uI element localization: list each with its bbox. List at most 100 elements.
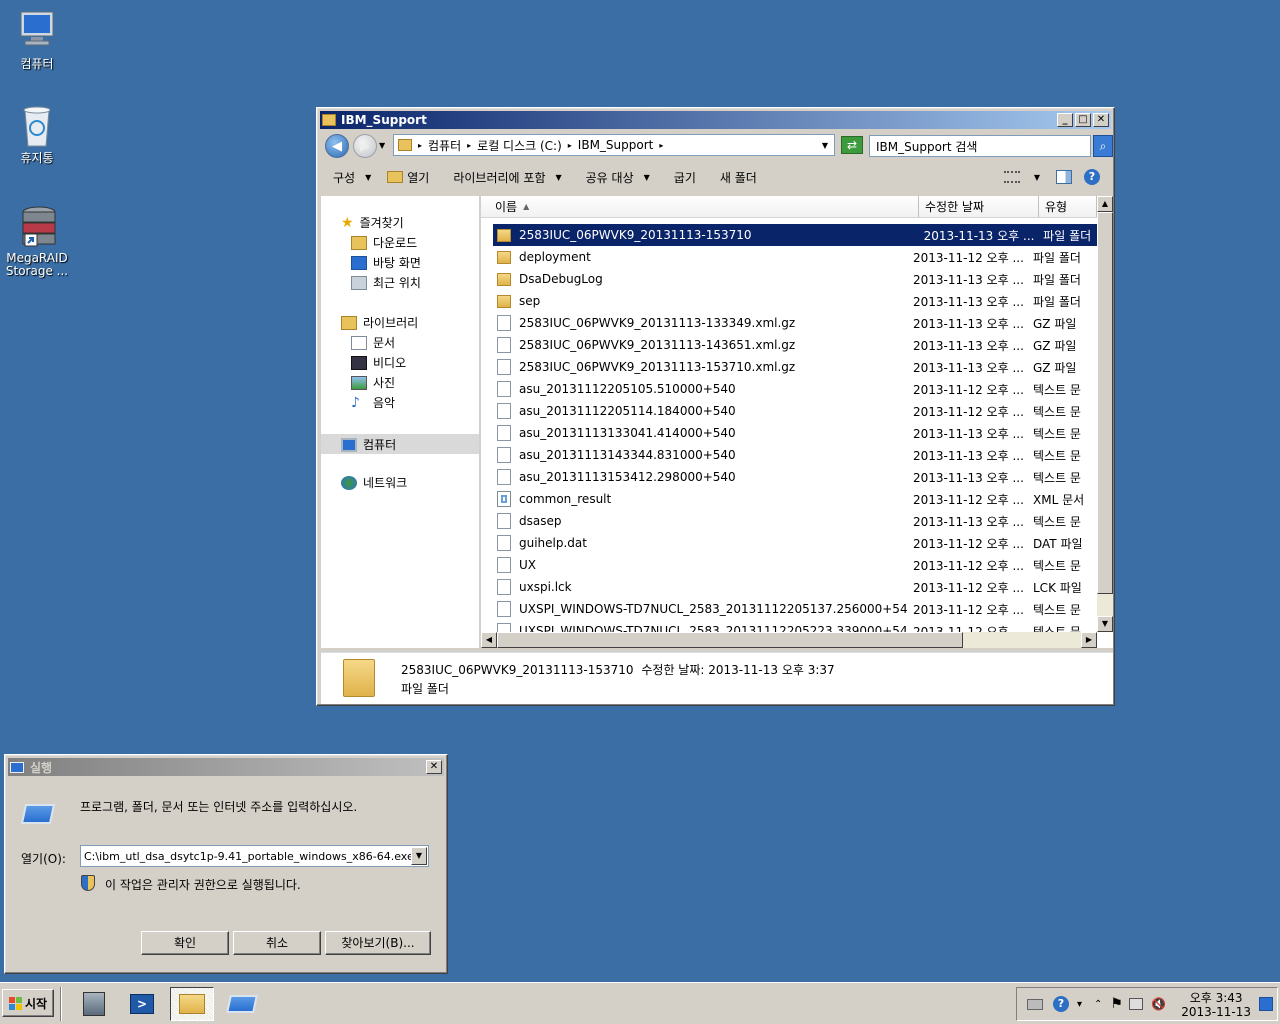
file-row[interactable]: DsaDebugLog 2013-11-13 오후 ... 파일 폴더 <box>481 268 1097 290</box>
start-button[interactable]: 시작 <box>2 989 54 1017</box>
scroll-down-button[interactable]: ▼ <box>1097 616 1113 632</box>
task-explorer[interactable] <box>170 987 214 1021</box>
run-dropdown-button[interactable]: ▼ <box>411 847 427 865</box>
nav-videos[interactable]: 비디오 <box>351 354 406 371</box>
column-name[interactable]: 이름 ▲ <box>481 196 919 217</box>
volume-muted-icon[interactable]: 🔇 <box>1151 997 1166 1011</box>
ok-button[interactable]: 확인 <box>141 931 229 955</box>
preview-pane-icon[interactable] <box>1056 170 1072 184</box>
nav-music[interactable]: ♪ 음악 <box>351 394 395 411</box>
scroll-left-button[interactable]: ◀ <box>481 632 497 648</box>
file-icon <box>497 557 511 573</box>
explorer-titlebar[interactable]: IBM_Support _ □ ✕ <box>320 111 1111 129</box>
file-row[interactable]: asu_20131112205114.184000+540 2013-11-12 … <box>481 400 1097 422</box>
file-row[interactable]: common_result 2013-11-12 오후 ... XML 문서 <box>481 488 1097 510</box>
new-folder-command[interactable]: 새 폴더 <box>708 169 769 186</box>
file-row[interactable]: asu_20131112205105.510000+540 2013-11-12 … <box>481 378 1097 400</box>
hscroll-thumb[interactable] <box>497 632 963 648</box>
run-icon <box>10 761 24 773</box>
nav-downloads[interactable]: 다운로드 <box>351 234 417 251</box>
organize-menu[interactable]: 구성 ▼ <box>321 169 383 186</box>
cancel-button[interactable]: 취소 <box>233 931 321 955</box>
horizontal-scrollbar[interactable]: ◀ ▶ <box>481 632 1097 648</box>
search-input[interactable]: IBM_Support 검색 <box>869 135 1091 157</box>
nav-recent-places[interactable]: 최근 위치 <box>351 274 421 291</box>
file-row[interactable]: 2583IUC_06PWVK9_20131113-153710 2013-11-1… <box>493 224 1097 246</box>
nav-computer-row[interactable]: 컴퓨터 <box>321 434 479 454</box>
recent-places-icon <box>351 275 367 290</box>
breadcrumb-computer[interactable]: 컴퓨터 <box>428 137 461 154</box>
task-run[interactable] <box>220 987 264 1021</box>
vertical-scrollbar[interactable]: ▲ ▼ <box>1097 196 1113 632</box>
file-row[interactable]: UX 2013-11-12 오후 ... 텍스트 문 <box>481 554 1097 576</box>
open-command[interactable]: 열기 <box>383 169 441 186</box>
file-row[interactable]: dsasep 2013-11-13 오후 ... 텍스트 문 <box>481 510 1097 532</box>
clock[interactable]: 오후 3:43 2013-11-13 <box>1181 991 1251 1019</box>
address-dropdown-icon[interactable]: ▼ <box>822 141 828 150</box>
file-row[interactable]: UXSPI_WINDOWS-TD7NUCL_2583_2013111220513… <box>481 598 1097 620</box>
nav-desktop[interactable]: 바탕 화면 <box>351 254 421 271</box>
maximize-button[interactable]: □ <box>1075 113 1091 127</box>
ime-icon[interactable]: ▾ <box>1077 999 1082 1010</box>
search-icon[interactable]: ⌕ <box>1093 135 1113 157</box>
details-modified-value: 2013-11-13 오후 3:37 <box>708 663 835 677</box>
help-tray-icon[interactable]: ? <box>1053 996 1069 1012</box>
forward-button[interactable]: ▶ <box>353 134 377 158</box>
run-titlebar[interactable]: 실행 ✕ <box>8 758 444 776</box>
file-row[interactable]: asu_20131113143344.831000+540 2013-11-13 … <box>481 444 1097 466</box>
file-type: LCK 파일 <box>1033 580 1082 595</box>
scroll-thumb[interactable] <box>1097 212 1113 594</box>
include-in-library-menu[interactable]: 라이브러리에 포함 ▼ <box>441 169 573 186</box>
nav-pictures[interactable]: 사진 <box>351 374 395 391</box>
share-with-menu[interactable]: 공유 대상 ▼ <box>574 169 662 186</box>
file-row[interactable]: sep 2013-11-13 오후 ... 파일 폴더 <box>481 290 1097 312</box>
address-bar[interactable]: ▸ 컴퓨터 ▸ 로컬 디스크 (C:) ▸ IBM_Support ▸ ▼ <box>393 134 835 156</box>
scroll-up-button[interactable]: ▲ <box>1097 196 1113 212</box>
nav-favorites[interactable]: ★ 즐겨찾기 <box>341 214 404 231</box>
column-type[interactable]: 유형 <box>1039 196 1097 217</box>
powershell-icon: > <box>130 994 154 1014</box>
task-powershell[interactable]: > <box>120 987 164 1021</box>
file-row[interactable]: asu_20131113153412.298000+540 2013-11-13 … <box>481 466 1097 488</box>
column-date[interactable]: 수정한 날짜 <box>919 196 1039 217</box>
nav-libraries[interactable]: 라이브러리 <box>341 314 418 331</box>
back-button[interactable]: ◀ <box>325 134 349 158</box>
recent-pages-icon[interactable]: ▼ <box>379 141 385 150</box>
view-options-icon[interactable] <box>1003 171 1020 183</box>
run-close-button[interactable]: ✕ <box>426 760 442 774</box>
file-row[interactable]: deployment 2013-11-12 오후 ... 파일 폴더 <box>481 246 1097 268</box>
help-icon[interactable]: ? <box>1084 169 1100 185</box>
file-row[interactable]: uxspi.lck 2013-11-12 오후 ... LCK 파일 <box>481 576 1097 598</box>
run-open-input[interactable]: C:\ibm_utl_dsa_dsytc1p-9.41_portable_win… <box>80 845 429 867</box>
nav-network[interactable]: 네트워크 <box>341 474 407 491</box>
file-type: XML 문서 <box>1033 492 1085 507</box>
close-button[interactable]: ✕ <box>1093 113 1109 127</box>
breadcrumb-local-disk[interactable]: 로컬 디스크 (C:) <box>477 137 562 154</box>
desktop-icon-megaraid[interactable]: MegaRAID Storage ... <box>0 204 74 278</box>
desktop-icon-label: 컴퓨터 <box>20 57 54 71</box>
file-row[interactable]: 2583IUC_06PWVK9_20131113-133349.xml.gz 20… <box>481 312 1097 334</box>
desktop-icon-recycle-bin[interactable]: 휴지통 <box>0 104 74 165</box>
show-hidden-icons[interactable]: ⌃ <box>1094 999 1102 1010</box>
breadcrumb-ibm-support[interactable]: IBM_Support <box>578 138 654 152</box>
minimize-button[interactable]: _ <box>1057 113 1073 127</box>
task-server-manager[interactable] <box>72 987 116 1021</box>
action-center-flag-icon[interactable]: ⚑ <box>1110 996 1123 1012</box>
file-row[interactable]: asu_20131113133041.414000+540 2013-11-13 … <box>481 422 1097 444</box>
file-date: 2013-11-13 오후 ... <box>913 338 1024 353</box>
view-dropdown-icon[interactable]: ▼ <box>1034 173 1040 182</box>
file-row[interactable]: 2583IUC_06PWVK9_20131113-143651.xml.gz 20… <box>481 334 1097 356</box>
network-tray-icon[interactable] <box>1128 998 1143 1010</box>
refresh-button[interactable]: ⇄ <box>841 136 863 154</box>
keyboard-icon[interactable] <box>1027 998 1043 1010</box>
browse-button[interactable]: 찾아보기(B)... <box>325 931 431 955</box>
file-row[interactable]: guihelp.dat 2013-11-12 오후 ... DAT 파일 <box>481 532 1097 554</box>
desktop-icon-computer[interactable]: 컴퓨터 <box>0 10 74 71</box>
burn-command[interactable]: 굽기 <box>662 169 708 186</box>
file-name: dsasep <box>519 514 562 528</box>
scroll-right-button[interactable]: ▶ <box>1081 632 1097 648</box>
show-desktop-icon[interactable] <box>1259 997 1273 1011</box>
file-row[interactable]: 2583IUC_06PWVK9_20131113-153710.xml.gz 20… <box>481 356 1097 378</box>
file-name: UXSPI_WINDOWS-TD7NUCL_2583_2013111220513… <box>519 602 907 616</box>
nav-documents[interactable]: 문서 <box>351 334 395 351</box>
